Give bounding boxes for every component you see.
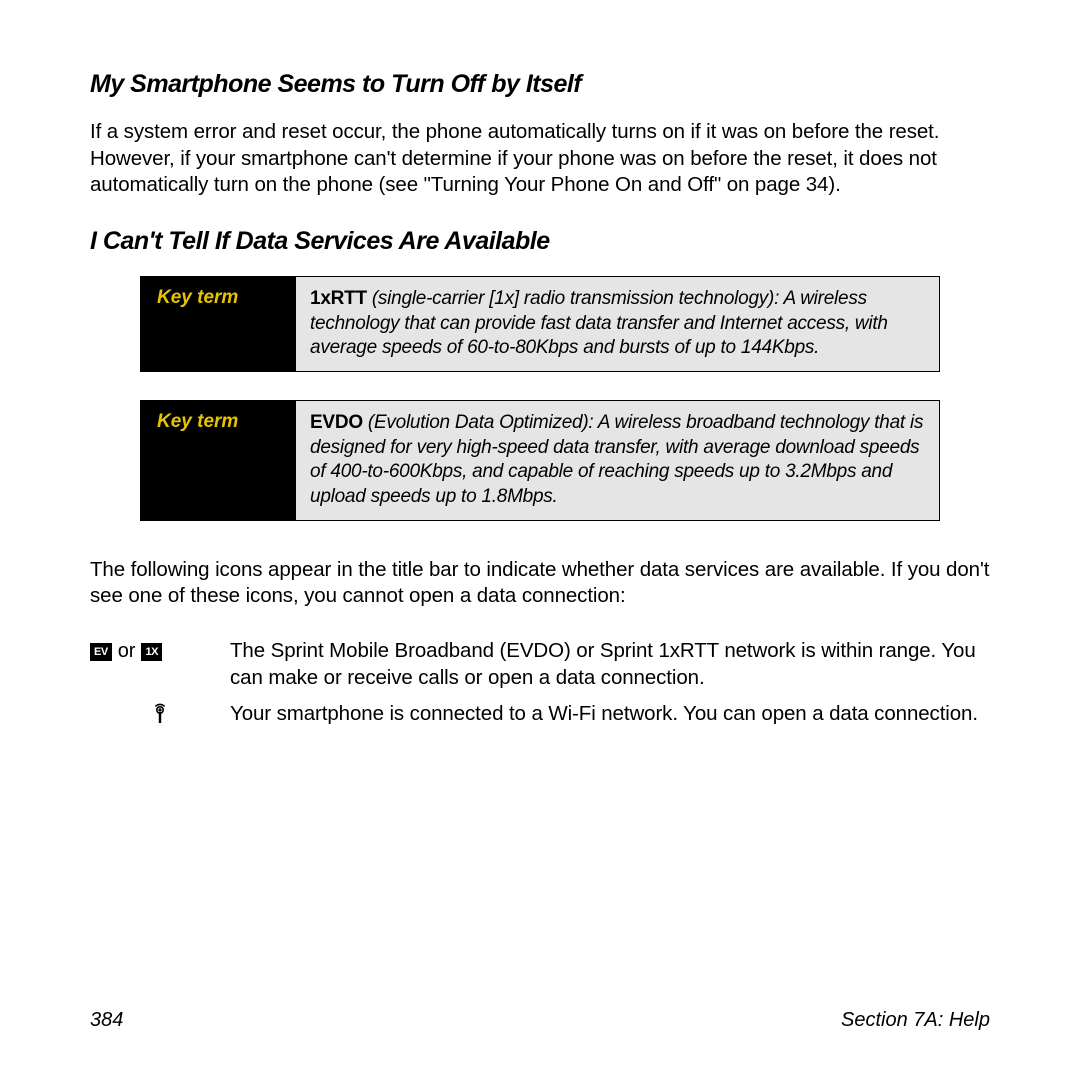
onex-icon-label: 1X	[145, 646, 157, 658]
keyterm-body-evdo: EVDO (Evolution Data Optimized): A wirel…	[296, 401, 939, 520]
page-number: 384	[90, 1009, 123, 1032]
heading-data-services: I Can't Tell If Data Services Are Availa…	[90, 227, 990, 256]
keyterm-box-evdo: Key term EVDO (Evolution Data Optimized)…	[140, 400, 940, 521]
keyterm-label: Key term	[141, 277, 296, 371]
or-text: or	[118, 640, 136, 663]
paragraph-icons-intro: The following icons appear in the title …	[90, 557, 990, 610]
icon-cell-wifi	[90, 701, 230, 725]
section-label: Section 7A: Help	[841, 1009, 990, 1032]
paragraph-turn-off: If a system error and reset occur, the p…	[90, 119, 990, 199]
keyterm-text-evdo: (Evolution Data Optimized): A wireless b…	[310, 412, 923, 507]
keyterm-label: Key term	[141, 401, 296, 520]
heading-turn-off: My Smartphone Seems to Turn Off by Itsel…	[90, 70, 990, 99]
ev-icon-label: EV	[94, 646, 108, 658]
ev-icon: EV	[90, 643, 112, 661]
page-footer: 384 Section 7A: Help	[90, 1009, 990, 1032]
keyterm-bold-evdo: EVDO	[310, 412, 363, 433]
keyterm-bold-1xrtt: 1xRTT	[310, 288, 367, 309]
icon-row-wifi: Your smartphone is connected to a Wi-Fi …	[90, 701, 990, 728]
onex-icon: 1X	[141, 643, 161, 661]
icon-row-network: EV or 1X The Sprint Mobile Broadband (EV…	[90, 638, 990, 691]
icon-cell-network: EV or 1X	[90, 638, 230, 663]
icon-desc-network: The Sprint Mobile Broadband (EVDO) or Sp…	[230, 638, 990, 691]
keyterm-box-1xrtt: Key term 1xRTT (single-carrier [1x] radi…	[140, 276, 940, 372]
wifi-icon	[152, 703, 168, 725]
keyterm-body-1xrtt: 1xRTT (single-carrier [1x] radio transmi…	[296, 277, 939, 371]
keyterm-text-1xrtt: (single-carrier [1x] radio transmission …	[310, 288, 888, 358]
icon-desc-wifi: Your smartphone is connected to a Wi-Fi …	[230, 701, 990, 728]
